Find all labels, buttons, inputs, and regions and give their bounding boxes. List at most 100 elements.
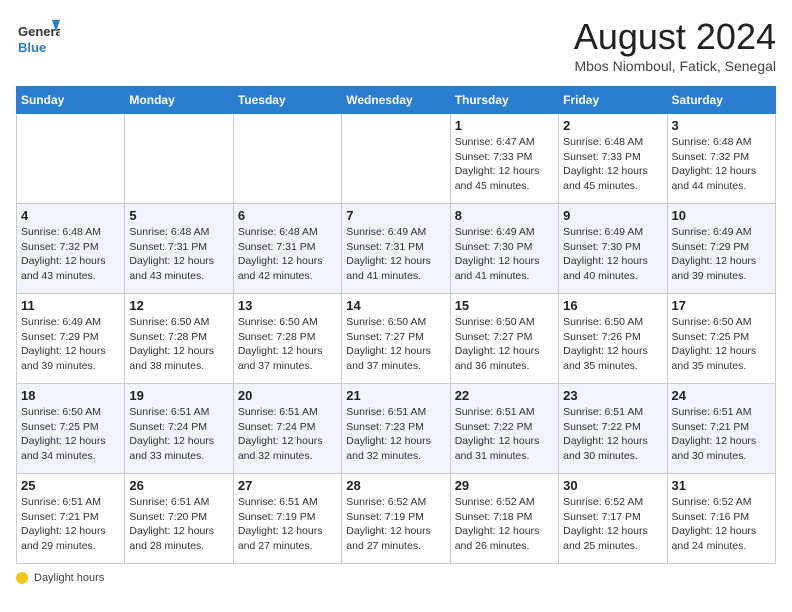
day-number: 3 (672, 118, 771, 133)
day-info: Sunrise: 6:51 AM Sunset: 7:21 PM Dayligh… (672, 405, 771, 464)
day-info: Sunrise: 6:51 AM Sunset: 7:24 PM Dayligh… (238, 405, 337, 464)
calendar-cell: 30Sunrise: 6:52 AM Sunset: 7:17 PM Dayli… (559, 474, 667, 564)
calendar-header-row: SundayMondayTuesdayWednesdayThursdayFrid… (17, 87, 776, 114)
calendar-cell: 8Sunrise: 6:49 AM Sunset: 7:30 PM Daylig… (450, 204, 558, 294)
day-info: Sunrise: 6:50 AM Sunset: 7:27 PM Dayligh… (455, 315, 554, 374)
calendar-cell: 14 Sunrise: 6:50 AM Sunset: 7:27 PM Dayli… (342, 294, 450, 384)
day-info: Sunrise: 6:50 AM Sunset: 7:25 PM Dayligh… (21, 405, 120, 464)
day-number: 4 (21, 208, 120, 223)
day-number: 10 (672, 208, 771, 223)
day-info: Sunrise: 6:48 AM Sunset: 7:31 PM Dayligh… (238, 225, 337, 284)
calendar-cell: 21Sunrise: 6:51 AM Sunset: 7:23 PM Dayli… (342, 384, 450, 474)
calendar-week-row: 11Sunrise: 6:49 AM Sunset: 7:29 PM Dayli… (17, 294, 776, 384)
day-info: Sunrise: 6:50 AM Sunset: 7:27 PM Dayligh… (346, 315, 445, 374)
day-info: Sunrise: 6:47 AM Sunset: 7:33 PM Dayligh… (455, 135, 554, 194)
column-header-wednesday: Wednesday (342, 87, 450, 114)
calendar-cell: 18 Sunrise: 6:50 AM Sunset: 7:25 PM Dayli… (17, 384, 125, 474)
day-number: 14 (346, 298, 445, 313)
calendar-table: SundayMondayTuesdayWednesdayThursdayFrid… (16, 86, 776, 564)
day-number: 9 (563, 208, 662, 223)
column-header-sunday: Sunday (17, 87, 125, 114)
day-number: 19 (129, 388, 228, 403)
day-info: Sunrise: 6:48 AM Sunset: 7:32 PM Dayligh… (672, 135, 771, 194)
day-number: 22 (455, 388, 554, 403)
calendar-cell (342, 114, 450, 204)
day-number: 17 (672, 298, 771, 313)
day-info: Sunrise: 6:49 AM Sunset: 7:31 PM Dayligh… (346, 225, 445, 284)
day-info: Sunrise: 6:51 AM Sunset: 7:21 PM Dayligh… (21, 495, 120, 554)
calendar-cell: 28 Sunrise: 6:52 AM Sunset: 7:19 PM Dayli… (342, 474, 450, 564)
column-header-thursday: Thursday (450, 87, 558, 114)
day-number: 13 (238, 298, 337, 313)
day-info: Sunrise: 6:49 AM Sunset: 7:29 PM Dayligh… (672, 225, 771, 284)
day-number: 30 (563, 478, 662, 493)
day-info: Sunrise: 6:51 AM Sunset: 7:24 PM Dayligh… (129, 405, 228, 464)
day-number: 1 (455, 118, 554, 133)
calendar-footer: Daylight hours (16, 572, 776, 584)
sun-icon (16, 572, 28, 584)
page-header: General Blue August 2024 Mbos Niomboul, … (16, 16, 776, 74)
logo: General Blue (16, 16, 60, 60)
logo-svg: General Blue (16, 16, 60, 60)
calendar-cell: 25Sunrise: 6:51 AM Sunset: 7:21 PM Dayli… (17, 474, 125, 564)
column-header-monday: Monday (125, 87, 233, 114)
column-header-saturday: Saturday (667, 87, 775, 114)
calendar-week-row: 25Sunrise: 6:51 AM Sunset: 7:21 PM Dayli… (17, 474, 776, 564)
calendar-cell: 27 Sunrise: 6:51 AM Sunset: 7:19 PM Dayli… (233, 474, 341, 564)
calendar-week-row: 1 Sunrise: 6:47 AM Sunset: 7:33 PM Daylig… (17, 114, 776, 204)
calendar-cell: 26 Sunrise: 6:51 AM Sunset: 7:20 PM Dayli… (125, 474, 233, 564)
day-info: Sunrise: 6:50 AM Sunset: 7:25 PM Dayligh… (672, 315, 771, 374)
svg-text:Blue: Blue (18, 40, 46, 55)
day-number: 26 (129, 478, 228, 493)
calendar-cell: 20Sunrise: 6:51 AM Sunset: 7:24 PM Dayli… (233, 384, 341, 474)
column-header-friday: Friday (559, 87, 667, 114)
day-number: 21 (346, 388, 445, 403)
calendar-cell: 11Sunrise: 6:49 AM Sunset: 7:29 PM Dayli… (17, 294, 125, 384)
svg-text:General: General (18, 24, 60, 39)
day-info: Sunrise: 6:50 AM Sunset: 7:28 PM Dayligh… (238, 315, 337, 374)
day-info: Sunrise: 6:51 AM Sunset: 7:22 PM Dayligh… (563, 405, 662, 464)
day-number: 12 (129, 298, 228, 313)
day-info: Sunrise: 6:49 AM Sunset: 7:30 PM Dayligh… (563, 225, 662, 284)
day-number: 2 (563, 118, 662, 133)
day-number: 7 (346, 208, 445, 223)
calendar-cell: 24 Sunrise: 6:51 AM Sunset: 7:21 PM Dayli… (667, 384, 775, 474)
calendar-cell: 7 Sunrise: 6:49 AM Sunset: 7:31 PM Daylig… (342, 204, 450, 294)
day-info: Sunrise: 6:48 AM Sunset: 7:33 PM Dayligh… (563, 135, 662, 194)
day-number: 24 (672, 388, 771, 403)
column-header-tuesday: Tuesday (233, 87, 341, 114)
calendar-cell: 23Sunrise: 6:51 AM Sunset: 7:22 PM Dayli… (559, 384, 667, 474)
day-info: Sunrise: 6:49 AM Sunset: 7:30 PM Dayligh… (455, 225, 554, 284)
day-number: 15 (455, 298, 554, 313)
day-info: Sunrise: 6:48 AM Sunset: 7:31 PM Dayligh… (129, 225, 228, 284)
day-info: Sunrise: 6:50 AM Sunset: 7:28 PM Dayligh… (129, 315, 228, 374)
day-info: Sunrise: 6:48 AM Sunset: 7:32 PM Dayligh… (21, 225, 120, 284)
day-number: 29 (455, 478, 554, 493)
day-info: Sunrise: 6:51 AM Sunset: 7:19 PM Dayligh… (238, 495, 337, 554)
calendar-cell (125, 114, 233, 204)
calendar-cell: 4 Sunrise: 6:48 AM Sunset: 7:32 PM Daylig… (17, 204, 125, 294)
month-year-title: August 2024 (574, 16, 776, 58)
calendar-cell (17, 114, 125, 204)
calendar-cell: 22Sunrise: 6:51 AM Sunset: 7:22 PM Dayli… (450, 384, 558, 474)
calendar-cell: 2 Sunrise: 6:48 AM Sunset: 7:33 PM Daylig… (559, 114, 667, 204)
location-label: Mbos Niomboul, Fatick, Senegal (574, 58, 776, 74)
day-number: 6 (238, 208, 337, 223)
calendar-cell: 9 Sunrise: 6:49 AM Sunset: 7:30 PM Daylig… (559, 204, 667, 294)
calendar-cell: 5Sunrise: 6:48 AM Sunset: 7:31 PM Daylig… (125, 204, 233, 294)
calendar-cell: 10 Sunrise: 6:49 AM Sunset: 7:29 PM Dayli… (667, 204, 775, 294)
day-number: 18 (21, 388, 120, 403)
day-info: Sunrise: 6:52 AM Sunset: 7:19 PM Dayligh… (346, 495, 445, 554)
day-info: Sunrise: 6:51 AM Sunset: 7:20 PM Dayligh… (129, 495, 228, 554)
day-info: Sunrise: 6:50 AM Sunset: 7:26 PM Dayligh… (563, 315, 662, 374)
calendar-cell: 13 Sunrise: 6:50 AM Sunset: 7:28 PM Dayli… (233, 294, 341, 384)
day-number: 27 (238, 478, 337, 493)
daylight-hours-note: Daylight hours (16, 572, 776, 584)
calendar-cell (233, 114, 341, 204)
day-info: Sunrise: 6:52 AM Sunset: 7:18 PM Dayligh… (455, 495, 554, 554)
day-number: 16 (563, 298, 662, 313)
day-info: Sunrise: 6:52 AM Sunset: 7:16 PM Dayligh… (672, 495, 771, 554)
day-number: 28 (346, 478, 445, 493)
day-number: 31 (672, 478, 771, 493)
calendar-cell: 29 Sunrise: 6:52 AM Sunset: 7:18 PM Dayli… (450, 474, 558, 564)
